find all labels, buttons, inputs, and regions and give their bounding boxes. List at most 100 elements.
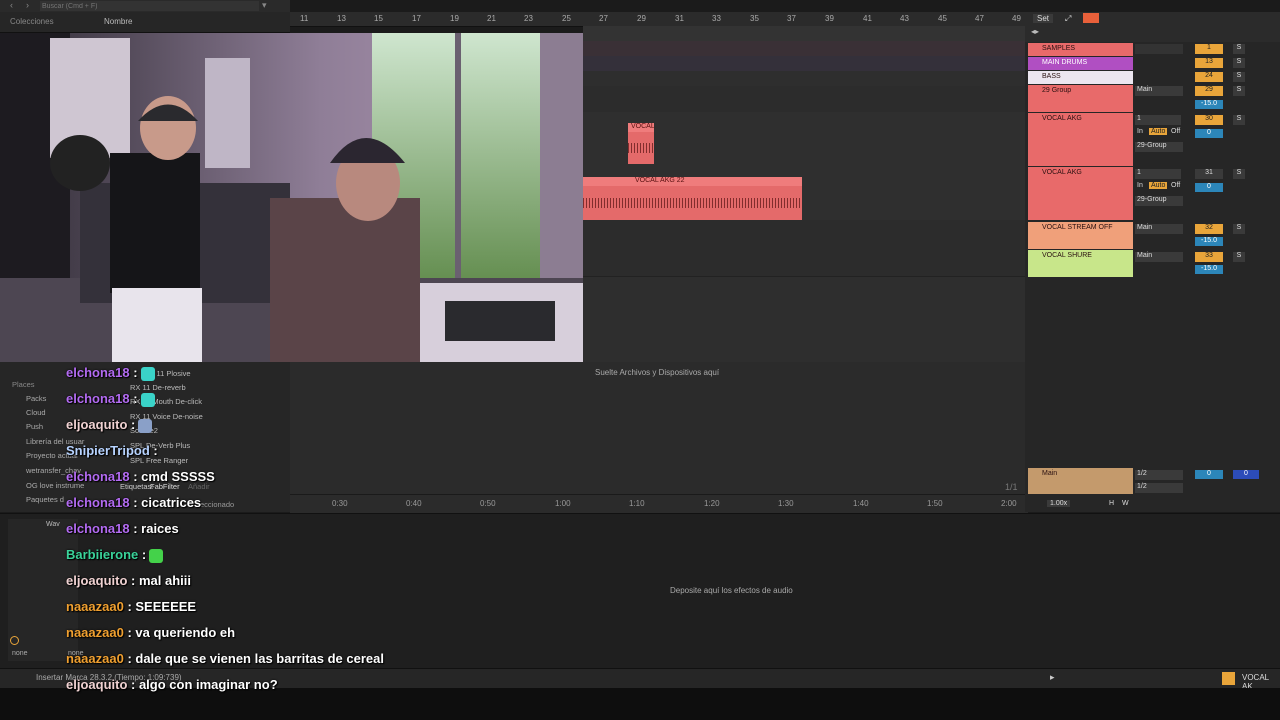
output-select[interactable]: Main: [1135, 224, 1183, 234]
track-header-vocal-stream-off[interactable]: VOCAL STREAM OFF: [1028, 222, 1133, 249]
volume-value[interactable]: -15.0: [1195, 100, 1223, 109]
chat-text: va queriendo eh: [135, 625, 236, 640]
solo-button[interactable]: S: [1233, 58, 1245, 68]
clip-label: VOCAL AKG 22: [635, 177, 685, 184]
place-paquetes[interactable]: Paquetes d: [26, 495, 64, 504]
track-number[interactable]: 32: [1195, 224, 1223, 234]
volume-value[interactable]: 0: [1195, 129, 1223, 138]
track-header-vocal-akg-2[interactable]: VOCAL AKG: [1028, 167, 1133, 220]
h-button[interactable]: H: [1109, 500, 1114, 507]
arrangement-empty-area[interactable]: [290, 362, 1028, 494]
output-label: Main: [1137, 86, 1153, 93]
mixer-panel: SAMPLES 1 S MAIN DRUMS 13 S BASS 24 S 29…: [1025, 42, 1280, 512]
dropdown-icon[interactable]: ▾: [262, 0, 267, 11]
solo-button[interactable]: S: [1233, 169, 1245, 179]
place-push[interactable]: Push: [26, 422, 43, 431]
track-header-vocal-akg[interactable]: VOCAL AKG: [1028, 113, 1133, 166]
back-arrow-icon[interactable]: ‹: [10, 0, 13, 10]
track-number[interactable]: 1: [1195, 44, 1223, 54]
solo-button[interactable]: S: [1233, 115, 1245, 125]
track-lane[interactable]: [583, 41, 1028, 57]
chat-message: elchona18 : raices: [66, 521, 179, 536]
output-select[interactable]: Main: [1135, 252, 1183, 262]
track-number[interactable]: 30: [1195, 115, 1223, 125]
track-number[interactable]: 29: [1195, 86, 1223, 96]
monitor-in-button[interactable]: In: [1137, 128, 1143, 135]
solo-button[interactable]: S: [1233, 224, 1245, 234]
track-number[interactable]: 33: [1195, 252, 1223, 262]
output-select[interactable]: Main: [1135, 86, 1183, 96]
track-number[interactable]: 31: [1195, 169, 1223, 179]
bar-number: 43: [900, 14, 909, 23]
solo-button[interactable]: S: [1233, 86, 1245, 96]
time-label: 1:20: [704, 499, 720, 508]
fold-icon[interactable]: ⤢: [1065, 14, 1071, 24]
track-lane[interactable]: [583, 56, 1028, 72]
device-view[interactable]: [0, 513, 1280, 669]
input-select[interactable]: 1: [1135, 169, 1181, 179]
w-button[interactable]: W: [1122, 500, 1129, 507]
track-lane[interactable]: [583, 71, 1028, 87]
volume-value[interactable]: -15.0: [1195, 237, 1223, 246]
name-column-header[interactable]: Nombre: [104, 17, 132, 26]
volume-value[interactable]: 0: [1195, 470, 1223, 479]
set-button[interactable]: Set: [1033, 14, 1054, 23]
output-label: Main: [1137, 224, 1153, 231]
track-lane[interactable]: [583, 86, 1028, 113]
solo-button[interactable]: S: [1233, 72, 1245, 82]
chat-message: elchona18 : cmd SSSSS: [66, 469, 215, 484]
chat-username: elchona18: [66, 365, 130, 380]
volume-value[interactable]: -15.0: [1195, 265, 1223, 274]
chat-message: eljoaquito : mal ahiii: [66, 573, 191, 588]
zoom-value[interactable]: 1.00x: [1047, 500, 1071, 507]
pan-value[interactable]: 0: [1233, 470, 1259, 479]
output-select[interactable]: 29-Group: [1135, 142, 1183, 152]
time-label: 1:50: [927, 499, 943, 508]
bar-number: 19: [450, 14, 459, 23]
monitor-auto-button[interactable]: Auto: [1149, 128, 1168, 135]
browser-search-input[interactable]: [40, 1, 259, 11]
track-header-main[interactable]: Main: [1028, 468, 1133, 494]
return-select[interactable]: 1/2: [1135, 483, 1183, 493]
play-icon[interactable]: ▸: [1050, 672, 1055, 683]
monitor-off-button[interactable]: Off: [1171, 182, 1180, 189]
audio-clip[interactable]: VOCAL: [628, 123, 655, 164]
forward-arrow-icon[interactable]: ›: [26, 0, 29, 10]
output-select[interactable]: 29-Group: [1135, 196, 1183, 206]
monitor-auto-button[interactable]: Auto: [1149, 182, 1168, 189]
browser-header: Colecciones Nombre: [0, 12, 290, 33]
place-packs[interactable]: Packs: [26, 394, 46, 403]
track-header-29-group[interactable]: 29 Group: [1028, 85, 1133, 112]
monitor-off-button[interactable]: Off: [1171, 128, 1180, 135]
track-lane[interactable]: [583, 26, 1028, 42]
track-header-bass[interactable]: BASS: [1028, 71, 1133, 84]
track-header-main-drums[interactable]: MAIN DRUMS: [1028, 57, 1133, 70]
chat-message: elchona18 :: [66, 365, 155, 381]
bar-number: 11: [300, 14, 309, 23]
audio-clip[interactable]: VOCAL AKG 22: [583, 177, 802, 220]
bar-number: 37: [787, 14, 796, 23]
record-arm-icon[interactable]: [1083, 13, 1099, 23]
solo-button[interactable]: S: [1233, 44, 1245, 54]
solo-button[interactable]: S: [1233, 252, 1245, 262]
circle-icon[interactable]: [10, 636, 19, 645]
arrangement-view[interactable]: VOCAL VOCAL AKG 22: [583, 26, 1028, 362]
track-header-vocal-shure[interactable]: VOCAL SHURE: [1028, 250, 1133, 277]
track-lane[interactable]: [583, 248, 1028, 277]
bar-ruler[interactable]: 11 13 15 17 19 21 23 25 27 29 31 33 35 3…: [290, 12, 1025, 27]
track-lane[interactable]: [583, 220, 1028, 249]
chat-text: SEEEEEE: [135, 599, 197, 614]
bar-number: 27: [599, 14, 608, 23]
input-select[interactable]: 1: [1135, 115, 1181, 125]
return-select[interactable]: 1/2: [1135, 470, 1183, 480]
track-number[interactable]: 13: [1195, 58, 1223, 68]
monitor-in-button[interactable]: In: [1137, 182, 1143, 189]
nav-arrows-icon[interactable]: ◂▸: [1031, 27, 1039, 36]
time-label: 0:40: [406, 499, 422, 508]
place-cloud[interactable]: Cloud: [26, 408, 46, 417]
track-header-samples[interactable]: SAMPLES: [1028, 43, 1133, 56]
time-ruler[interactable]: 0:30 0:40 0:50 1:00 1:10 1:20 1:30 1:40 …: [290, 494, 1028, 513]
volume-value[interactable]: 0: [1195, 183, 1223, 192]
chat-message: eljoaquito : algo con imaginar no?: [66, 677, 278, 692]
track-number[interactable]: 24: [1195, 72, 1223, 82]
